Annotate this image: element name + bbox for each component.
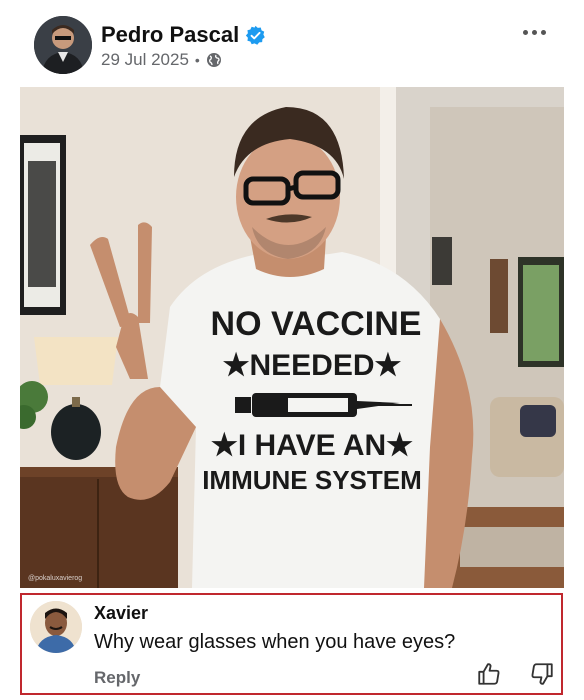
- comment-text: Why wear glasses when you have eyes?: [94, 631, 456, 653]
- thumbs-up-icon[interactable]: [476, 661, 502, 687]
- shirt-text-line3: ★I HAVE AN★: [211, 429, 413, 462]
- globe-icon[interactable]: [206, 52, 222, 68]
- commenter-avatar[interactable]: [30, 601, 82, 653]
- more-horizontal-icon: [522, 29, 528, 35]
- author-name[interactable]: Pedro Pascal: [101, 22, 239, 48]
- comment-highlight: Xavier Why wear glasses when you have ey…: [20, 593, 563, 695]
- shirt-text-line2: ★NEEDED★: [223, 349, 402, 382]
- author-avatar[interactable]: [34, 16, 92, 74]
- photo-watermark: @pokaluxavierog: [28, 575, 83, 582]
- meta-separator: •: [194, 52, 200, 68]
- post-photo[interactable]: NO VACCINE ★NEEDED★ ★I HAVE AN★ IMMUNE S…: [20, 87, 564, 588]
- thumbs-down-icon[interactable]: [529, 661, 555, 687]
- post-date[interactable]: 29 Jul 2025: [101, 50, 189, 70]
- reply-button[interactable]: Reply: [94, 668, 140, 688]
- more-dot: [531, 29, 537, 35]
- post-meta: 29 Jul 2025 •: [101, 50, 222, 70]
- author-name-row: Pedro Pascal: [101, 22, 266, 48]
- post-header: Pedro Pascal 29 Jul 2025 •: [0, 0, 584, 86]
- shirt-text-line1: NO VACCINE: [211, 305, 422, 343]
- commenter-name[interactable]: Xavier: [94, 603, 148, 624]
- photo-illustration: NO VACCINE ★NEEDED★ ★I HAVE AN★ IMMUNE S…: [20, 87, 564, 588]
- more-options-button[interactable]: [520, 20, 548, 44]
- verified-badge-icon: [246, 25, 265, 45]
- more-dot: [540, 29, 546, 35]
- shirt-text-line4: IMMUNE SYSTEM: [202, 465, 422, 495]
